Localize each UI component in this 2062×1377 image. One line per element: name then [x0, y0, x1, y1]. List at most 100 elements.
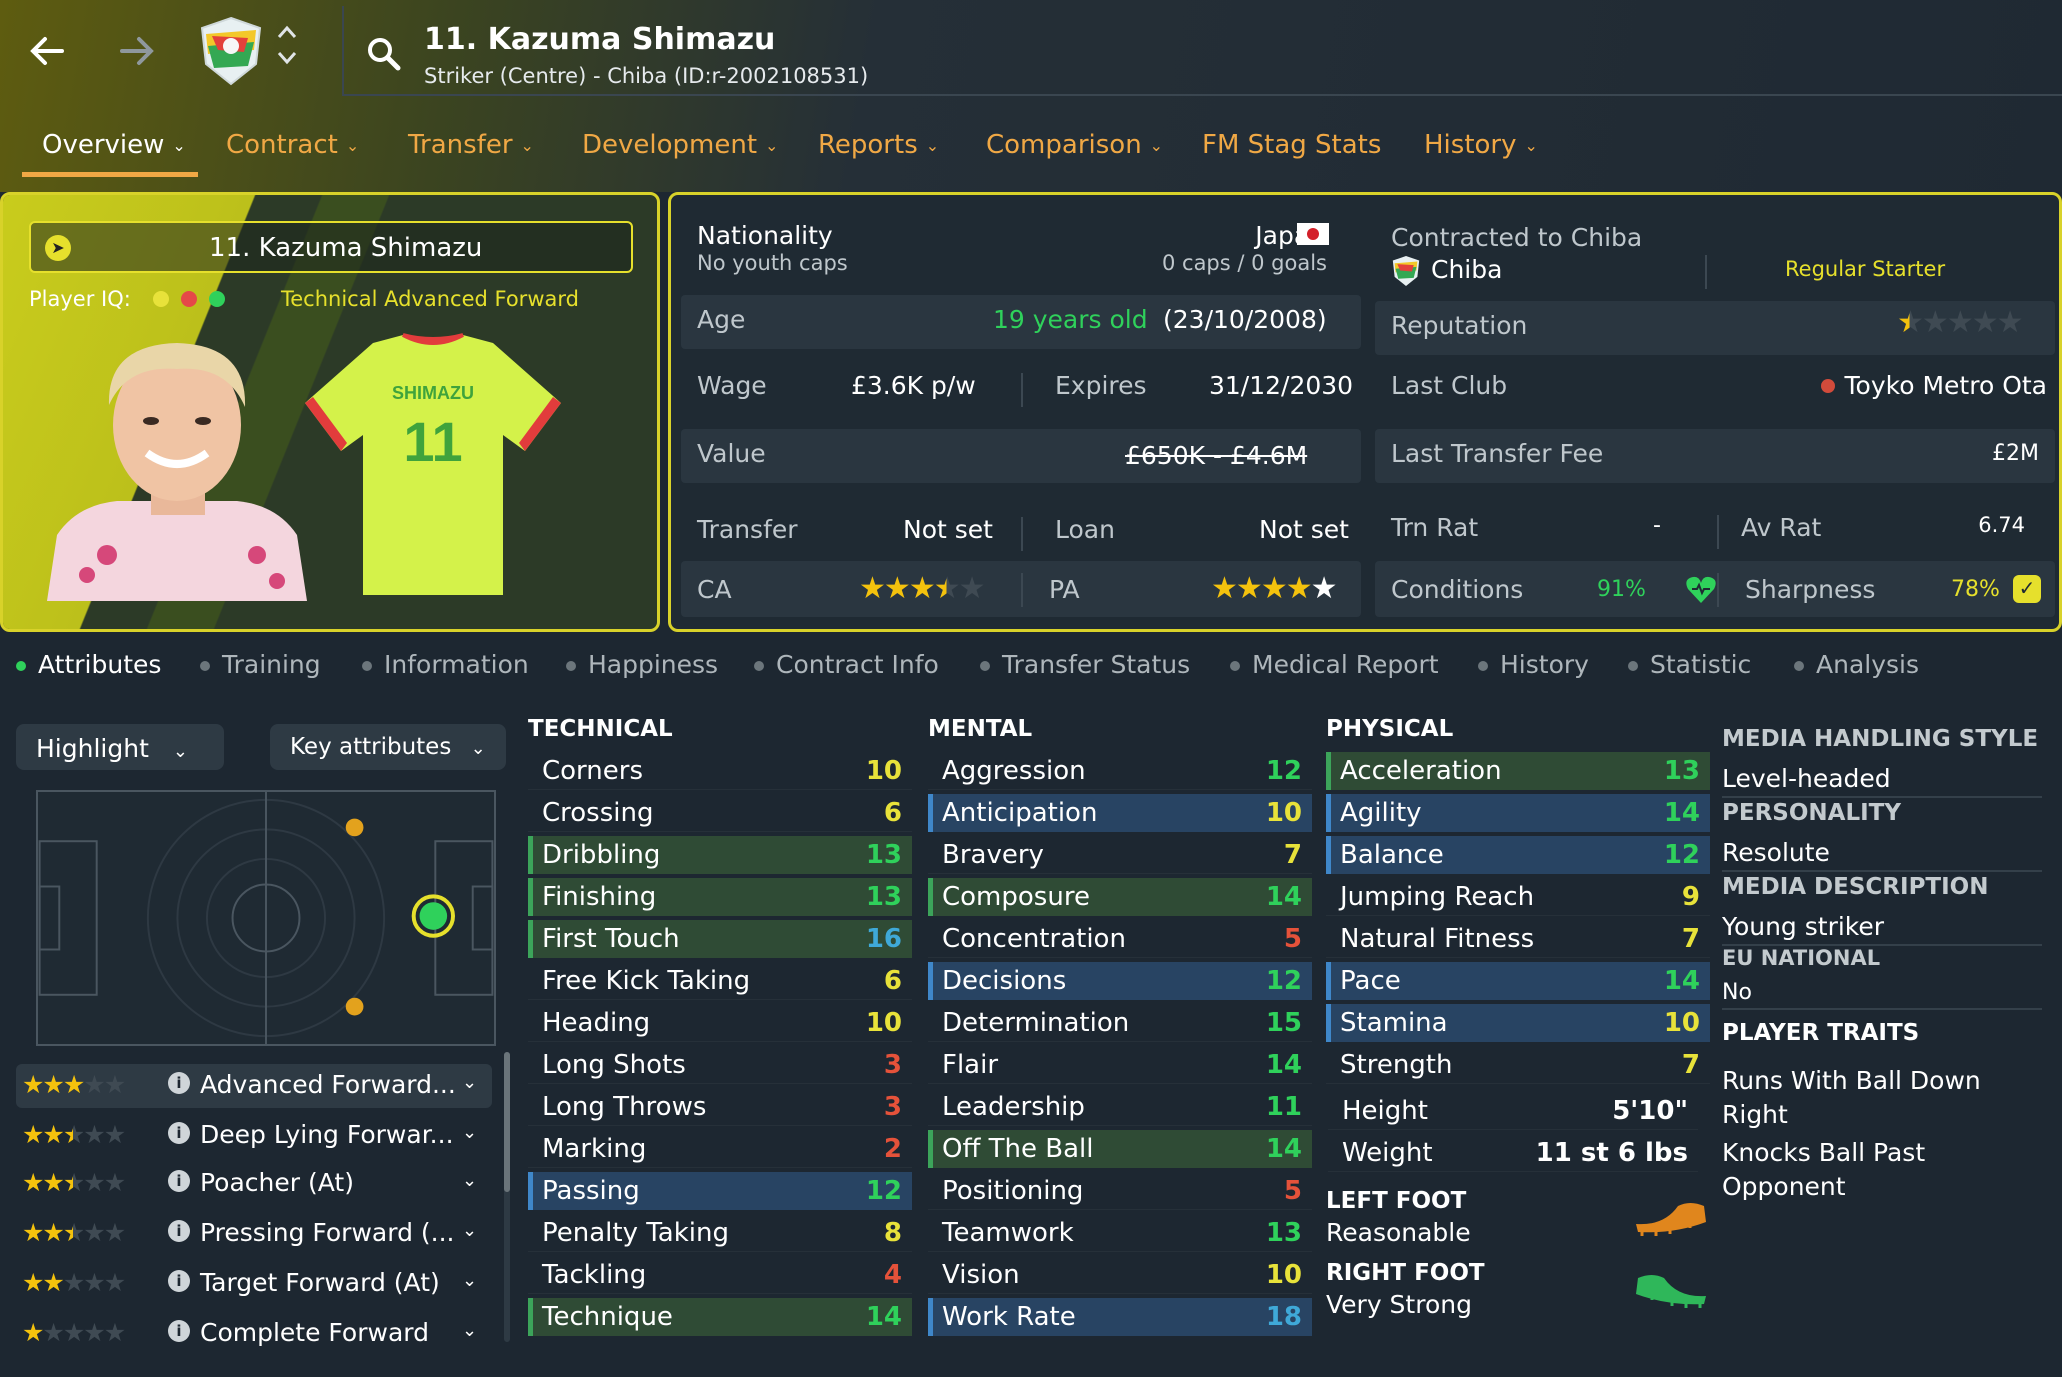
attribute-row[interactable]: Strength 7	[1326, 1046, 1710, 1084]
attribute-row[interactable]: Tackling 4	[528, 1256, 912, 1294]
media-style-value: Level-headed	[1722, 764, 1891, 793]
tab-transfer[interactable]: Transfer ⌄	[408, 130, 534, 160]
chevron-down-icon[interactable]: ⌄	[462, 1220, 477, 1241]
tab-development[interactable]: Development ⌄	[582, 130, 778, 160]
role-row[interactable]: ★★★★★ i Pressing Forward (... ⌄	[16, 1212, 492, 1256]
key-attributes-dropdown[interactable]: Key attributes ⌄	[270, 724, 506, 770]
attribute-row[interactable]: Anticipation 10	[928, 794, 1312, 832]
subtab-history[interactable]: History	[1478, 650, 1589, 679]
attribute-row[interactable]: First Touch 16	[528, 920, 912, 958]
attribute-row[interactable]: Stamina 10	[1326, 1004, 1710, 1042]
scrollbar-thumb[interactable]	[504, 1052, 510, 1192]
attribute-name: Work Rate	[942, 1302, 1076, 1332]
chevron-down-icon: ⌄	[925, 136, 940, 155]
attribute-row[interactable]: Positioning 5	[928, 1172, 1312, 1210]
tab-fm-stag-stats[interactable]: FM Stag Stats	[1202, 130, 1381, 160]
attribute-row[interactable]: Leadership 11	[928, 1088, 1312, 1126]
trait-item[interactable]: Runs With Ball Down Right	[1722, 1064, 2022, 1132]
subtab-attributes[interactable]: Attributes	[16, 650, 161, 679]
role-row[interactable]: ★★★★★ i Complete Forward ⌄	[16, 1312, 492, 1356]
back-button[interactable]	[26, 30, 68, 80]
info-icon[interactable]: i	[168, 1270, 190, 1292]
attribute-row[interactable]: Finishing 13	[528, 878, 912, 916]
attribute-row[interactable]: Determination 15	[928, 1004, 1312, 1042]
tab-comparison[interactable]: Comparison ⌄	[986, 130, 1163, 160]
chevron-down-icon: ⌄	[470, 738, 486, 759]
attribute-row[interactable]: Acceleration 13	[1326, 752, 1710, 790]
attribute-row[interactable]: Corners 10	[528, 752, 912, 790]
chevron-down-icon[interactable]: ⌄	[462, 1170, 477, 1191]
subtab-information[interactable]: Information	[362, 650, 529, 679]
attribute-row[interactable]: Dribbling 13	[528, 836, 912, 874]
info-icon[interactable]: i	[168, 1122, 190, 1144]
attribute-row[interactable]: Vision 10	[928, 1256, 1312, 1294]
attribute-row[interactable]: Bravery 7	[928, 836, 1312, 874]
role-row[interactable]: ★★★★★ i Deep Lying Forwar... ⌄	[16, 1114, 492, 1158]
chevron-down-icon[interactable]: ⌄	[462, 1072, 477, 1093]
attribute-row[interactable]: Composure 14	[928, 878, 1312, 916]
search-icon[interactable]	[364, 34, 404, 74]
chevron-down-icon[interactable]: ⌄	[462, 1270, 477, 1291]
attribute-row[interactable]: Jumping Reach 9	[1326, 878, 1710, 916]
player-switch-arrows[interactable]	[276, 22, 298, 74]
attribute-row[interactable]: Heading 10	[528, 1004, 912, 1042]
info-icon[interactable]: i	[168, 1072, 190, 1094]
subtab-happiness[interactable]: Happiness	[566, 650, 718, 679]
transfer-status[interactable]: Not set	[903, 515, 993, 544]
subtab-training[interactable]: Training	[200, 650, 321, 679]
subtab-statistic[interactable]: Statistic	[1628, 650, 1751, 679]
role-row[interactable]: ★★★★★ i Poacher (At) ⌄	[16, 1162, 492, 1206]
attribute-row[interactable]: Marking 2	[528, 1130, 912, 1168]
attribute-value: 10	[1265, 1260, 1302, 1290]
attribute-row[interactable]: Balance 12	[1326, 836, 1710, 874]
attribute-value: 13	[865, 882, 902, 912]
attribute-row[interactable]: Flair 14	[928, 1046, 1312, 1084]
attribute-row[interactable]: Long Throws 3	[528, 1088, 912, 1126]
highlight-dropdown[interactable]: Highlight ⌄	[16, 724, 224, 770]
club-name[interactable]: Chiba	[1431, 255, 1502, 284]
attribute-row[interactable]: Natural Fitness 7	[1326, 920, 1710, 958]
player-shirt: SHIMAZU 11	[305, 333, 561, 595]
attribute-row[interactable]: Technique 14	[528, 1298, 912, 1336]
attribute-name: Technique	[542, 1302, 673, 1332]
chevron-down-icon[interactable]: ⌄	[462, 1122, 477, 1143]
club-badge-icon[interactable]	[198, 16, 264, 86]
attribute-row[interactable]: Free Kick Taking 6	[528, 962, 912, 1000]
trait-item[interactable]: Knocks Ball Past Opponent	[1722, 1136, 2022, 1204]
attribute-row[interactable]: Crossing 6	[528, 794, 912, 832]
role-row[interactable]: ★★★★★ i Advanced Forward... ⌄	[16, 1064, 492, 1108]
role-row[interactable]: ★★★★★ i Target Forward (At) ⌄	[16, 1262, 492, 1306]
attribute-row[interactable]: Concentration 5	[928, 920, 1312, 958]
player-card: ➤ 11. Kazuma Shimazu Player IQ: Technica…	[0, 192, 660, 632]
tab-overview[interactable]: Overview ⌄	[42, 130, 186, 160]
subtab-analysis[interactable]: Analysis	[1794, 650, 1919, 679]
attribute-row[interactable]: Pace 14	[1326, 962, 1710, 1000]
tab-contract[interactable]: Contract ⌄	[226, 130, 359, 160]
attribute-row[interactable]: Penalty Taking 8	[528, 1214, 912, 1252]
attribute-row[interactable]: Decisions 12	[928, 962, 1312, 1000]
attribute-row[interactable]: Long Shots 3	[528, 1046, 912, 1084]
forward-button[interactable]	[116, 30, 158, 80]
last-club-value[interactable]: Toyko Metro Ota	[1845, 371, 2047, 400]
attribute-row[interactable]: Teamwork 13	[928, 1214, 1312, 1252]
subtab-medical-report[interactable]: Medical Report	[1230, 650, 1439, 679]
value-label: Value	[697, 439, 766, 468]
attribute-name: Natural Fitness	[1340, 924, 1535, 954]
tab-reports[interactable]: Reports ⌄	[818, 130, 939, 160]
info-icon[interactable]: i	[168, 1170, 190, 1192]
status-dot	[1794, 661, 1804, 671]
attribute-row[interactable]: Off The Ball 14	[928, 1130, 1312, 1168]
attribute-row[interactable]: Agility 14	[1326, 794, 1710, 832]
tab-history[interactable]: History ⌄	[1424, 130, 1538, 160]
chevron-down-icon[interactable]: ⌄	[462, 1320, 477, 1341]
subtab-transfer-status[interactable]: Transfer Status	[980, 650, 1190, 679]
loan-status[interactable]: Not set	[1259, 515, 1349, 544]
info-icon[interactable]: i	[168, 1220, 190, 1242]
attribute-row[interactable]: Work Rate 18	[928, 1298, 1312, 1336]
attribute-row[interactable]: Passing 12	[528, 1172, 912, 1210]
attribute-row[interactable]: Aggression 12	[928, 752, 1312, 790]
attribute-value: 14	[1265, 1134, 1302, 1164]
subtab-contract-info[interactable]: Contract Info	[754, 650, 939, 679]
physical-heading: PHYSICAL	[1326, 716, 1454, 742]
info-icon[interactable]: i	[168, 1320, 190, 1342]
